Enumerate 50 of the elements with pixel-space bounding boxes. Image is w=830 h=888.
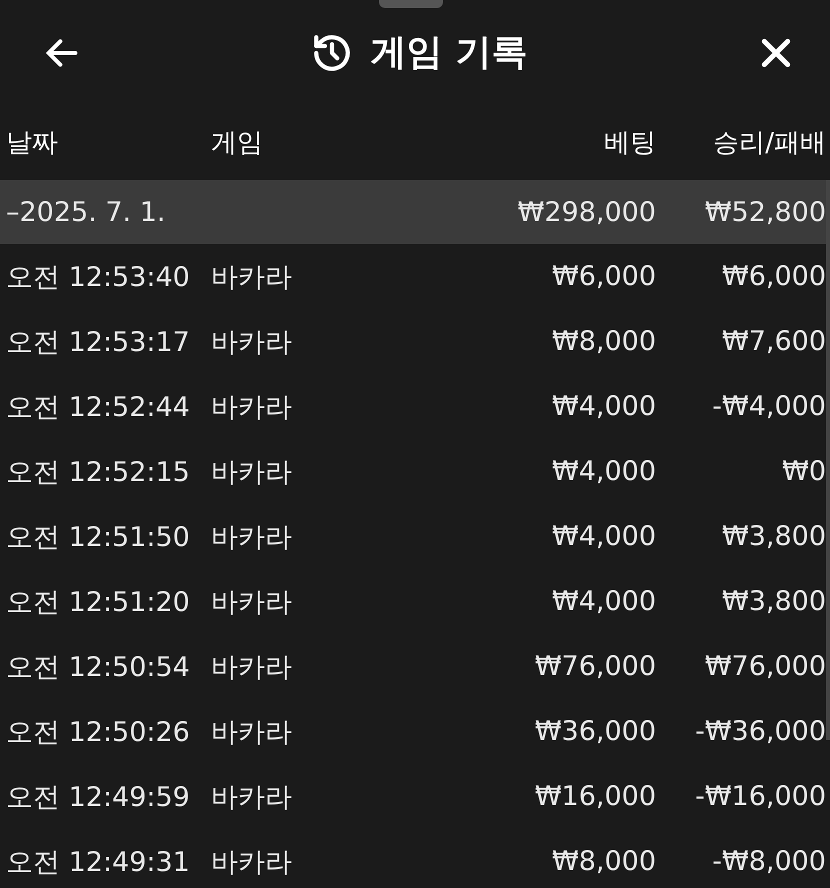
bet-cell-text: ₩8,000 <box>551 326 656 357</box>
column-header: 게임 <box>211 127 264 160</box>
result-cell-text: ₩0 <box>781 456 826 487</box>
game-cell-text: 바카라 <box>211 846 293 880</box>
result-cell-text: ₩3,800 <box>721 521 826 552</box>
game-cell-text: 바카라 <box>211 586 293 620</box>
page-title: 게임 기록 <box>370 31 528 75</box>
time-cell-text: 오전 12:51:50 <box>6 520 191 554</box>
result-cell-text: -₩16,000 <box>694 781 826 812</box>
bet-cell-text: ₩4,000 <box>551 521 656 552</box>
time-cell-text: 오전 12:50:54 <box>6 650 191 684</box>
group-date: –2025. 7. 1. <box>6 196 166 228</box>
time-cell-text: 오전 12:52:15 <box>6 456 191 490</box>
result-cell-text: ₩3,800 <box>721 586 826 617</box>
group-result-total: ₩52,800 <box>704 196 826 228</box>
result-cell-text: -₩8,000 <box>711 846 826 877</box>
result-cell-text: ₩7,600 <box>721 326 826 357</box>
bet-cell-text: ₩4,000 <box>551 456 656 487</box>
game-cell-text: 바카라 <box>211 520 293 554</box>
bet-cell-text: ₩16,000 <box>534 781 656 812</box>
game-cell-text: 바카라 <box>211 260 293 294</box>
drag-handle[interactable] <box>379 0 443 8</box>
bet-cell-text: ₩4,000 <box>551 391 656 422</box>
bet-cell-text: ₩8,000 <box>551 846 656 877</box>
result-cell-text: -₩4,000 <box>711 391 826 422</box>
time-cell-text: 오전 12:51:20 <box>6 586 191 620</box>
game-cell-text: 바카라 <box>211 780 293 814</box>
game-cell-text: 바카라 <box>211 716 293 750</box>
time-cell-text: 오전 12:53:17 <box>6 326 191 360</box>
bet-cell-text: ₩36,000 <box>534 716 656 747</box>
time-cell-text: 오전 12:50:26 <box>6 716 191 750</box>
game-cell-text: 바카라 <box>211 650 293 684</box>
bet-cell-text: ₩76,000 <box>534 651 656 682</box>
time-cell-text: 오전 12:53:40 <box>6 260 191 294</box>
game-cell-text: 바카라 <box>211 326 293 360</box>
column-header: 날짜 <box>6 127 59 160</box>
time-cell-text: 오전 12:49:59 <box>6 780 191 814</box>
time-cell-text: 오전 12:49:31 <box>6 846 191 880</box>
result-cell-text: -₩36,000 <box>694 716 826 747</box>
game-cell-text: 바카라 <box>211 456 293 490</box>
result-cell-text: ₩6,000 <box>721 261 826 292</box>
time-cell-text: 오전 12:52:44 <box>6 390 191 424</box>
game-cell-text: 바카라 <box>211 390 293 424</box>
column-header: 승리/패배 <box>712 127 826 160</box>
scrollbar[interactable] <box>826 180 830 740</box>
result-cell-text: ₩76,000 <box>704 651 826 682</box>
group-bet-total: ₩298,000 <box>516 196 656 228</box>
bet-cell-text: ₩6,000 <box>551 261 656 292</box>
bet-cell-text: ₩4,000 <box>551 586 656 617</box>
column-header: 베팅 <box>603 127 656 160</box>
